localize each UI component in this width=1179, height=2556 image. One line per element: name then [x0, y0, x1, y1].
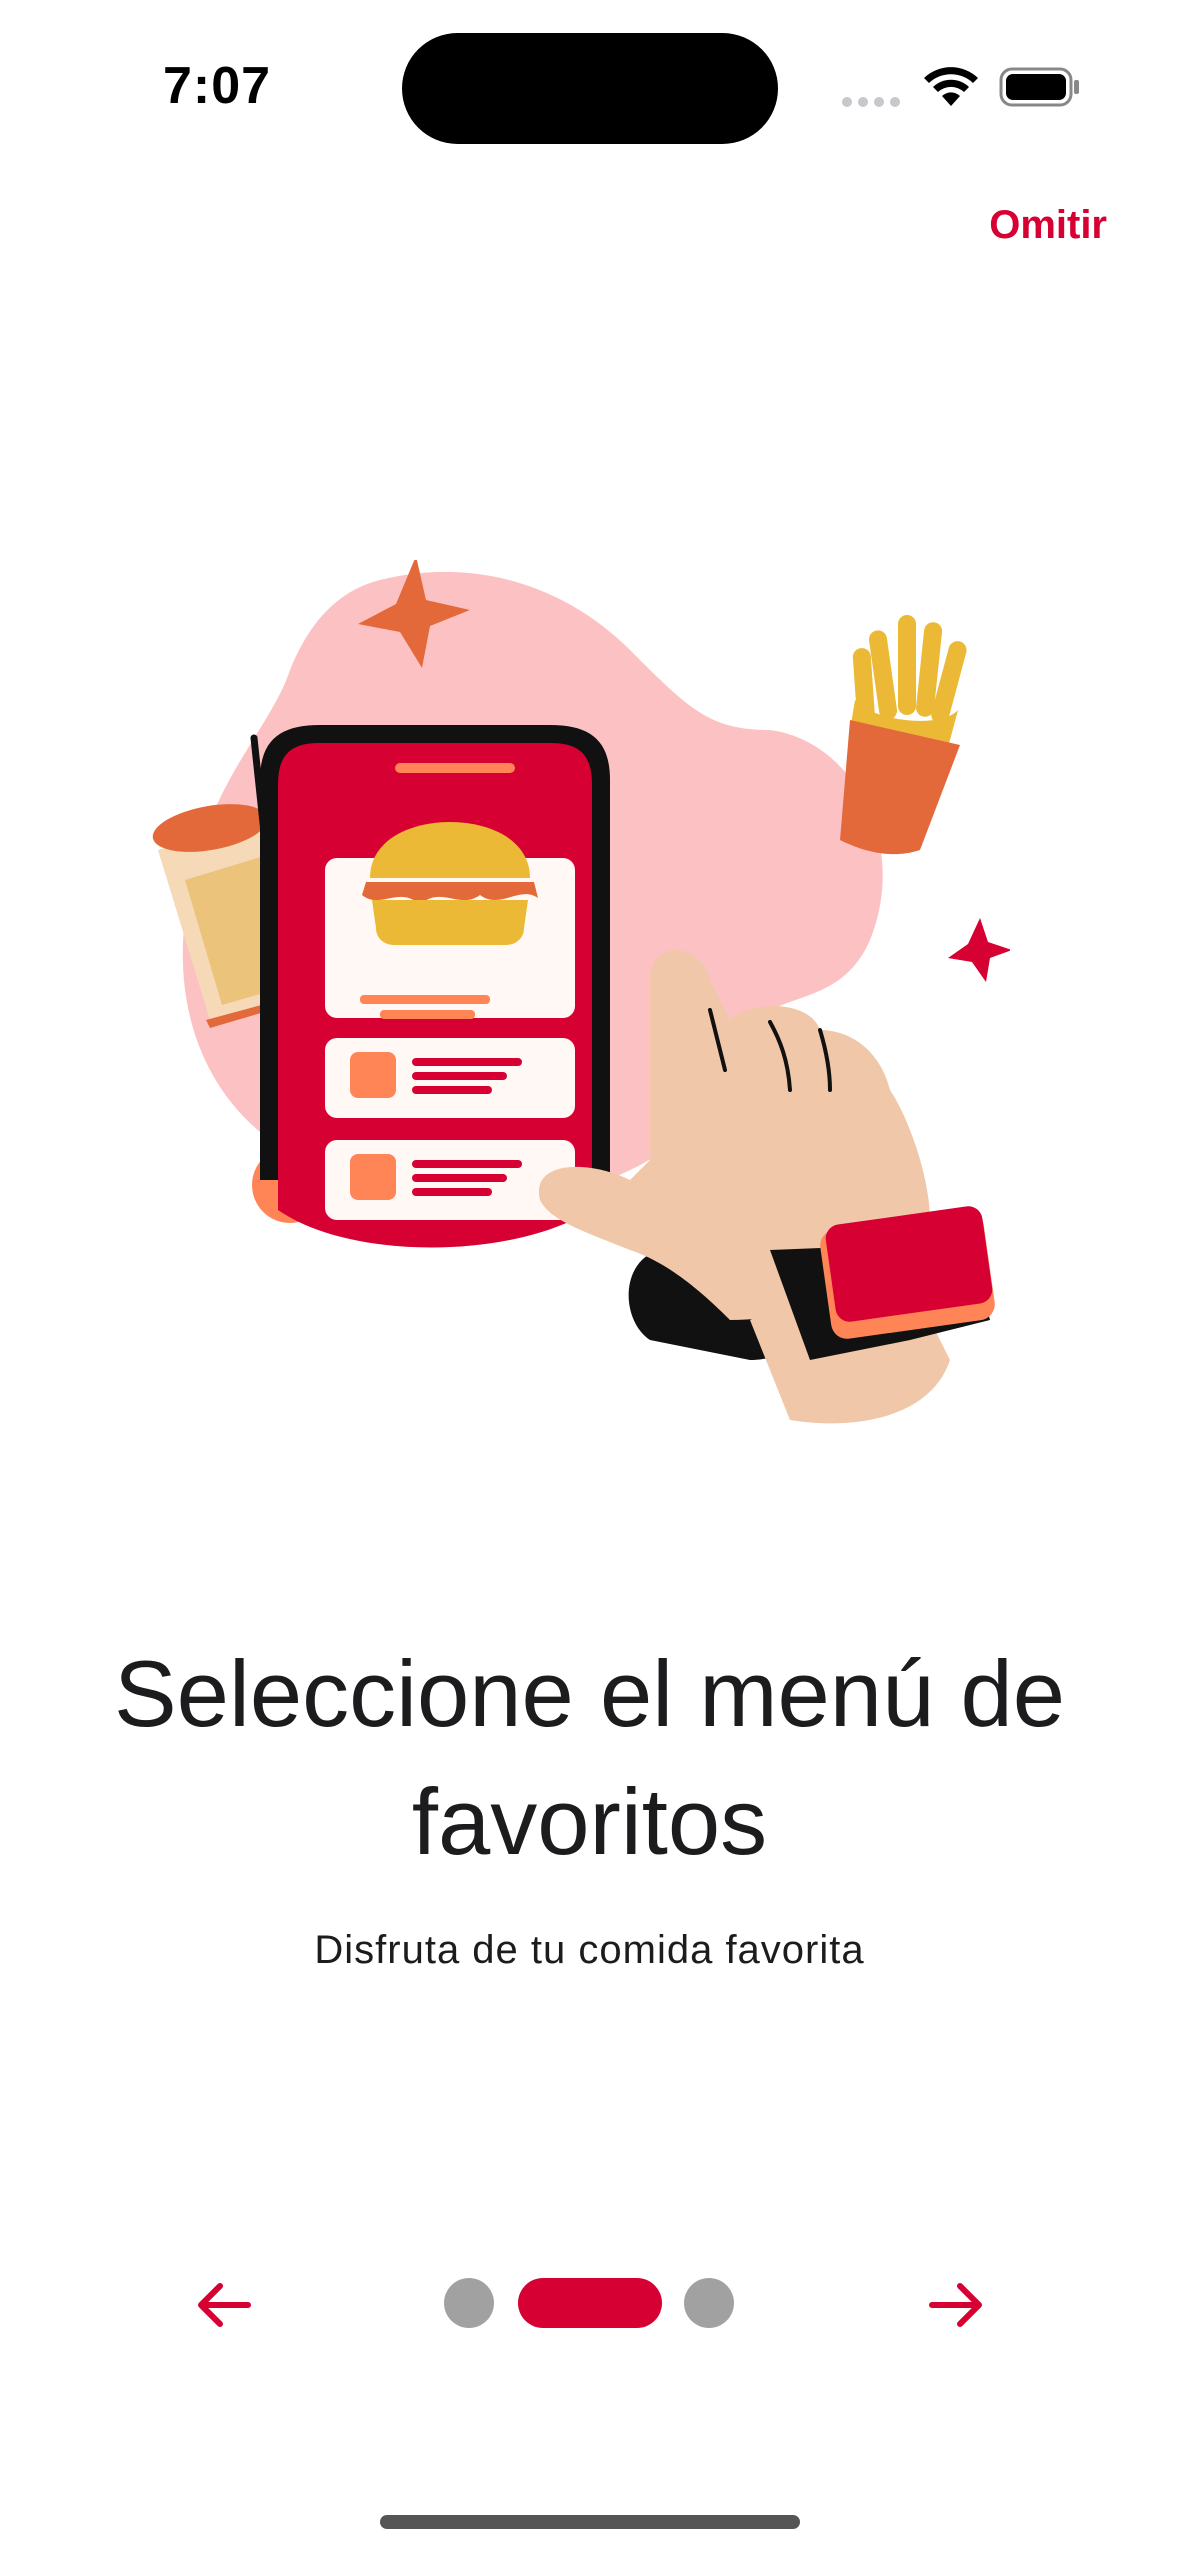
page-dot-active[interactable]: [518, 2278, 662, 2328]
burger-icon: [362, 822, 538, 945]
page-indicator: [444, 2278, 734, 2328]
french-fries-icon: [840, 615, 967, 855]
skip-button[interactable]: Omitir: [989, 203, 1107, 248]
dynamic-island: [402, 33, 778, 144]
wifi-icon: [924, 67, 978, 106]
smartphone-icon: [260, 725, 610, 1248]
status-bar: 7:07: [0, 0, 1179, 180]
status-time: 7:07: [163, 57, 272, 115]
star-icon: [948, 918, 1010, 982]
home-indicator[interactable]: [380, 2515, 800, 2529]
battery-icon: [999, 67, 1079, 107]
page-dot[interactable]: [444, 2278, 494, 2328]
onboarding-illustration: [152, 560, 1010, 1424]
page-dot[interactable]: [684, 2278, 734, 2328]
arrow-right-icon[interactable]: [920, 2270, 990, 2340]
arrow-left-icon[interactable]: [190, 2270, 260, 2340]
page-subtitle: Disfruta de tu comida favorita: [314, 1928, 865, 1972]
page-title: Seleccione el menú de favoritos: [113, 1641, 1066, 1874]
cellular-signal-icon: [842, 94, 906, 112]
